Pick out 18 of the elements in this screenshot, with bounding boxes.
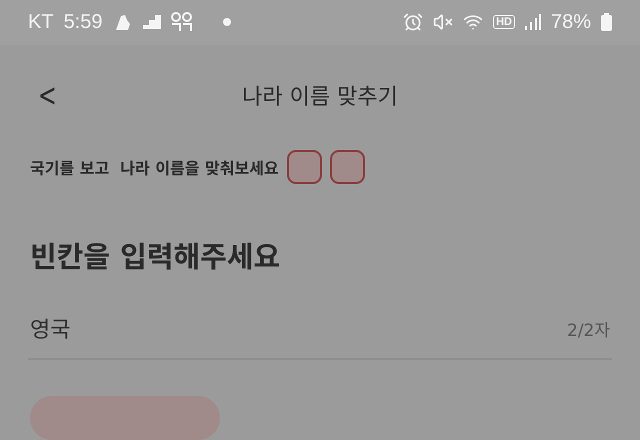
app-icon [170,12,192,32]
carrier-text: KT [28,10,54,34]
answer-value: 영국 [30,317,70,344]
character-counter: 2/2자 [567,320,610,340]
signal-icon [524,14,541,30]
clock-time: 5:59 [64,10,102,34]
dot-icon [222,18,230,26]
instruction-text: 국기를 보고 나라 이름을 맞춰보세요 [30,158,279,179]
battery-icon [601,13,612,32]
back-button[interactable]: < [34,74,61,115]
hd-voice-icon: HD [493,15,515,30]
stairs-icon [142,15,160,30]
heading: 빈칸을 입력해주세요 [30,239,282,276]
mute-icon [433,12,454,32]
alarm-icon [403,12,424,32]
page-title: 나라 이름 맞추기 [242,84,398,111]
battery-percent: 78% [550,10,591,34]
answer-field[interactable]: 영국 2/2자 [28,312,612,360]
